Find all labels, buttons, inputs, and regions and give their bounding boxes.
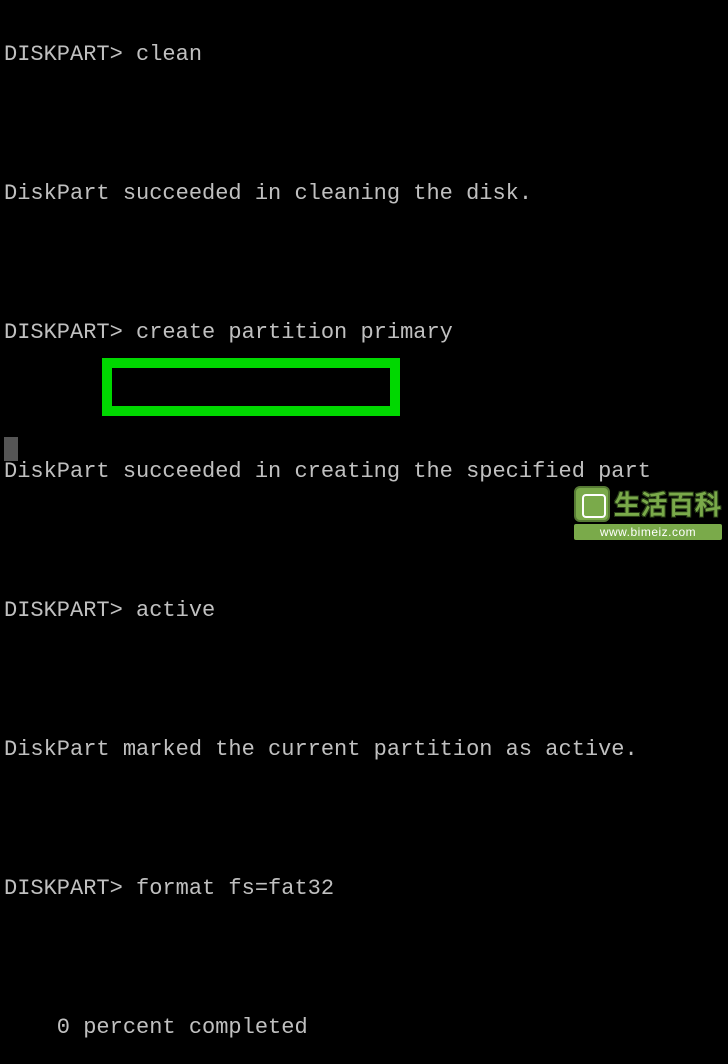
- terminal-line: DiskPart marked the current partition as…: [0, 739, 728, 764]
- terminal-blank: [0, 808, 728, 834]
- terminal-blank: [0, 947, 728, 973]
- terminal-line: DiskPart succeeded in creating the speci…: [0, 461, 728, 486]
- terminal-line: DISKPART> create partition primary: [0, 322, 728, 347]
- watermark-text: 生活百科: [614, 485, 722, 522]
- terminal-line: 0 percent completed: [0, 1017, 728, 1042]
- watermark: 生活百科 www.bimeiz.com: [574, 485, 722, 540]
- terminal-blank: [0, 252, 728, 278]
- terminal-blank: [0, 113, 728, 139]
- terminal-line: DiskPart succeeded in cleaning the disk.: [0, 183, 728, 208]
- terminal-line: DISKPART> active: [0, 600, 728, 625]
- terminal-blank: [0, 669, 728, 695]
- terminal-blank: [0, 391, 728, 417]
- terminal-line: DISKPART> format fs=fat32: [0, 878, 728, 903]
- watermark-url: www.bimeiz.com: [578, 525, 718, 539]
- terminal-line: DISKPART> clean: [0, 44, 728, 69]
- watermark-logo-icon: [574, 486, 610, 522]
- cursor-icon: [4, 437, 18, 461]
